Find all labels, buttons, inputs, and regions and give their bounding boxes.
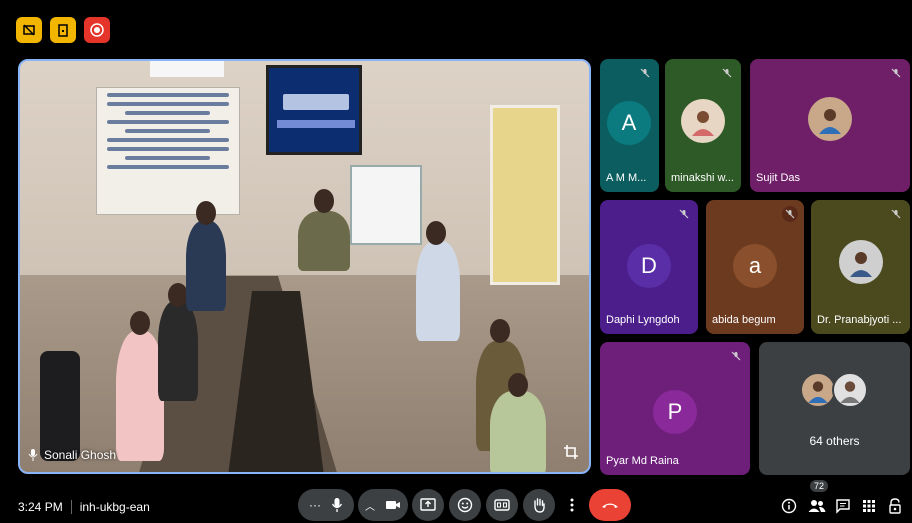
emoji-icon: [457, 497, 473, 513]
participant-tile-minakshi[interactable]: minakshi w...: [665, 59, 741, 192]
participant-tile-dr-pranabjyoti[interactable]: Dr. Pranabjyoti ...: [811, 200, 910, 334]
participant-name: minakshi w...: [671, 172, 734, 184]
people-button[interactable]: [806, 495, 828, 517]
recording-icon[interactable]: [84, 17, 110, 43]
participant-name: Sujit Das: [756, 172, 801, 184]
door-lock-icon[interactable]: [50, 17, 76, 43]
muted-icon: [888, 206, 904, 222]
no-camera-indicator-icon[interactable]: [16, 17, 42, 43]
avatar: [808, 97, 852, 141]
raise-hand-icon: [534, 498, 545, 513]
participant-tile-sujit-das[interactable]: Sujit Das: [750, 59, 910, 192]
tv-screen: [266, 65, 362, 155]
participant-tile-pyar-md-raina[interactable]: P Pyar Md Raina: [600, 342, 750, 475]
person-head: [508, 373, 528, 397]
avatar: P: [653, 390, 697, 434]
camera-icon[interactable]: [385, 499, 401, 511]
participant-name: Dr. Pranabjyoti ...: [817, 314, 902, 326]
person-head: [130, 311, 150, 335]
chevron-up-icon[interactable]: ︿: [365, 498, 375, 513]
crop-icon[interactable]: [559, 440, 583, 464]
participants-count-badge: 72: [810, 480, 829, 492]
air-conditioner: [150, 61, 224, 77]
muted-icon: [719, 65, 735, 81]
present-button[interactable]: [412, 489, 444, 521]
mic-control[interactable]: ···: [298, 489, 354, 521]
avatar: D: [627, 244, 671, 288]
info-icon: [781, 498, 797, 514]
captions-button[interactable]: [486, 489, 518, 521]
chat-button[interactable]: [832, 495, 854, 517]
lock-person-icon: [889, 498, 901, 514]
person-head: [490, 319, 510, 343]
avatar: a: [733, 244, 777, 288]
leave-call-button[interactable]: [589, 489, 631, 521]
person: [158, 301, 198, 401]
person-head: [314, 189, 334, 213]
speaker-name: Sonali Ghosh: [44, 448, 117, 462]
bottom-toolbar: 3:24 PM inh-ukbg-ean ··· ︿ 72: [0, 480, 912, 523]
muted-icon: [728, 348, 744, 364]
participant-name: Daphi Lyngdoh: [606, 314, 680, 326]
muted-icon: [637, 65, 653, 81]
person-head: [168, 283, 188, 307]
emoji-button[interactable]: [449, 489, 481, 521]
grid-icon: [863, 500, 875, 512]
meeting-details-button[interactable]: [778, 495, 800, 517]
muted-icon: [676, 206, 692, 222]
raise-hand-button[interactable]: [523, 489, 555, 521]
more-options-button[interactable]: [560, 489, 584, 521]
person: [298, 211, 350, 271]
participant-tile-daphi-lyngdoh[interactable]: D Daphi Lyngdoh: [600, 200, 698, 334]
others-tile[interactable]: 64 others: [759, 342, 910, 475]
whiteboard: [350, 165, 422, 245]
meeting-time: 3:24 PM: [18, 500, 63, 514]
door: [490, 105, 560, 285]
muted-icon: [888, 65, 904, 81]
host-controls-button[interactable]: [884, 495, 906, 517]
meeting-code: inh-ukbg-ean: [79, 500, 150, 514]
muted-icon: [782, 206, 798, 222]
people-icon: [808, 500, 826, 512]
participant-name: abida begum: [712, 314, 776, 326]
microphone-icon[interactable]: [331, 497, 343, 513]
camera-control[interactable]: ︿: [358, 489, 408, 521]
person: [186, 221, 226, 311]
microphone-icon: [28, 449, 38, 461]
person-head: [196, 201, 216, 225]
avatar: [832, 372, 868, 408]
end-call-icon: [602, 503, 618, 508]
participant-tile-a-m-m[interactable]: A A M M...: [600, 59, 659, 192]
captions-icon: [494, 499, 510, 511]
chat-icon: [836, 499, 850, 514]
avatar: [839, 240, 883, 284]
main-speaker-video[interactable]: Sonali Ghosh: [18, 59, 591, 474]
others-count: 64 others: [809, 434, 860, 448]
participant-name: Pyar Md Raina: [606, 455, 679, 467]
person: [116, 331, 164, 461]
present-screen-icon: [420, 498, 436, 511]
avatar: A: [607, 101, 651, 145]
person: [490, 391, 546, 472]
meeting-info: 3:24 PM inh-ukbg-ean: [18, 500, 150, 514]
event-banner: [96, 87, 240, 215]
speaker-name-tag: Sonali Ghosh: [28, 448, 116, 462]
more-options-icon[interactable]: ···: [309, 498, 321, 512]
activities-button[interactable]: [858, 495, 880, 517]
person-head: [426, 221, 446, 245]
top-indicators: [16, 17, 110, 43]
participant-tile-abida-begum[interactable]: a abida begum: [706, 200, 804, 334]
avatar: [681, 99, 725, 143]
avatar: [800, 372, 836, 408]
participant-name: A M M...: [606, 172, 647, 184]
more-vertical-icon: [570, 498, 574, 512]
chair: [40, 351, 80, 461]
person: [416, 241, 460, 341]
